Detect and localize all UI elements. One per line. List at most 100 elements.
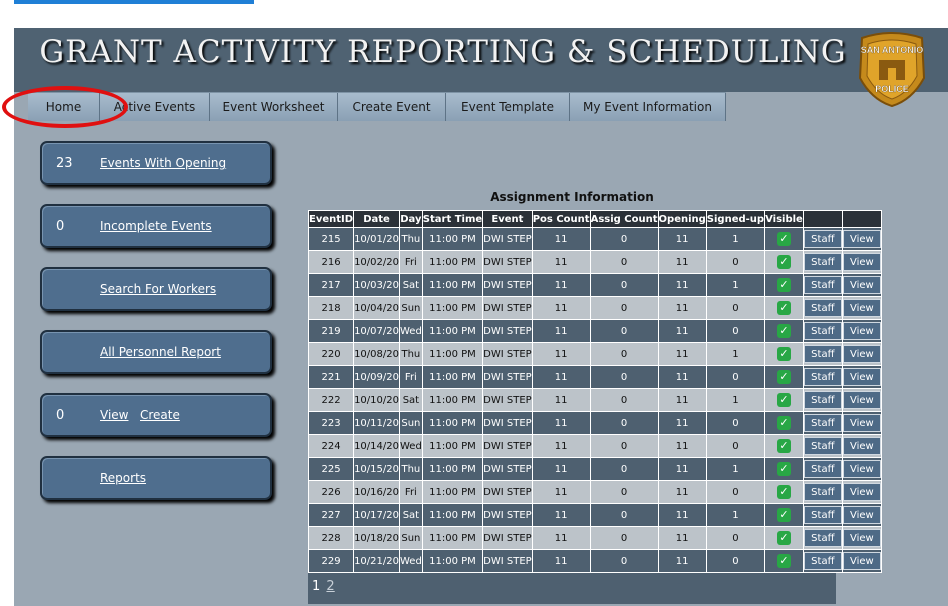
signed-up-cell: 0 [705, 319, 766, 343]
view-cell: View [841, 227, 882, 251]
start-time-cell: 11:00 PM [421, 480, 484, 504]
visible-check-icon[interactable]: ✓ [776, 485, 791, 499]
staff-button[interactable]: Staff [803, 483, 842, 501]
staff-button[interactable]: Staff [803, 391, 842, 409]
signed-up-cell: 0 [705, 434, 766, 458]
nav-event-worksheet[interactable]: Event Worksheet [210, 93, 338, 121]
opening-cell: 11 [657, 388, 707, 412]
staff-button[interactable]: Staff [803, 230, 842, 248]
view-button[interactable]: View [842, 230, 881, 248]
day-cell: Sat [398, 388, 423, 412]
view-button[interactable]: View [842, 322, 881, 340]
visible-check-icon[interactable]: ✓ [776, 370, 791, 384]
reports-link[interactable]: Reports [100, 471, 146, 485]
view-cell: View [841, 457, 882, 481]
date-cell: 10/18/20 [353, 526, 400, 550]
events-with-opening-button[interactable]: 23 Events With Opening [40, 141, 272, 185]
staff-button[interactable]: Staff [803, 368, 842, 386]
staff-button[interactable]: Staff [803, 299, 842, 317]
assig-count-cell: 0 [589, 480, 659, 504]
staff-button[interactable]: Staff [803, 437, 842, 455]
table-row: 222 10/10/20 Sat 11:00 PM DWI STEP 11 0 11 1 ✓ Sta… [307, 388, 882, 412]
staff-button[interactable]: Staff [803, 253, 842, 271]
pos-count-cell: 11 [531, 250, 591, 274]
visible-check-icon[interactable]: ✓ [776, 347, 791, 361]
day-cell: Thu [398, 227, 423, 251]
visible-check-icon[interactable]: ✓ [776, 462, 791, 476]
event-id-cell: 223 [307, 411, 355, 435]
pos-count-cell: 11 [531, 434, 591, 458]
event-id-cell: 229 [307, 549, 355, 573]
staff-button[interactable]: Staff [803, 276, 842, 294]
signed-up-cell: 0 [705, 365, 766, 389]
view-button[interactable]: View [842, 253, 881, 271]
visible-check-icon[interactable]: ✓ [776, 439, 791, 453]
view-cell: View [841, 273, 882, 297]
staff-button[interactable]: Staff [803, 414, 842, 432]
staff-button[interactable]: Staff [803, 529, 842, 547]
nav-event-template[interactable]: Event Template [446, 93, 570, 121]
search-for-workers-link[interactable]: Search For Workers [100, 282, 216, 296]
page-title: GRANT ACTIVITY REPORTING & SCHEDULING [39, 34, 847, 70]
event-name-cell: DWI STEP [482, 411, 533, 435]
visible-check-icon[interactable]: ✓ [776, 508, 791, 522]
visible-check-icon[interactable]: ✓ [776, 416, 791, 430]
view-button[interactable]: View [842, 483, 881, 501]
visible-check-icon[interactable]: ✓ [776, 531, 791, 545]
date-cell: 10/21/20 [353, 549, 400, 573]
view-link[interactable]: View [100, 408, 128, 422]
assig-count-cell: 0 [589, 388, 659, 412]
incomplete-events-button[interactable]: 0 Incomplete Events [40, 204, 272, 248]
view-button[interactable]: View [842, 460, 881, 478]
table-row: 227 10/17/20 Sat 11:00 PM DWI STEP 11 0 11 1 ✓ Sta… [307, 503, 882, 527]
view-button[interactable]: View [842, 506, 881, 524]
view-create-button[interactable]: 0 View Create [40, 393, 272, 437]
visible-check-icon[interactable]: ✓ [776, 232, 791, 246]
search-for-workers-button[interactable]: Search For Workers [40, 267, 272, 311]
all-personnel-report-button[interactable]: All Personnel Report [40, 330, 272, 374]
nav-create-event[interactable]: Create Event [338, 93, 446, 121]
view-button[interactable]: View [842, 368, 881, 386]
view-button[interactable]: View [842, 299, 881, 317]
visible-check-icon[interactable]: ✓ [776, 554, 791, 568]
view-button[interactable]: View [842, 529, 881, 547]
all-personnel-report-link[interactable]: All Personnel Report [100, 345, 221, 359]
view-button[interactable]: View [842, 391, 881, 409]
nav-my-event-information[interactable]: My Event Information [570, 93, 726, 121]
day-cell: Fri [398, 480, 423, 504]
event-name-cell: DWI STEP [482, 319, 533, 343]
staff-button[interactable]: Staff [803, 460, 842, 478]
reports-button[interactable]: Reports [40, 456, 272, 500]
staff-button[interactable]: Staff [803, 552, 842, 570]
event-name-cell: DWI STEP [482, 434, 533, 458]
view-cell: View [841, 388, 882, 412]
view-button[interactable]: View [842, 437, 881, 455]
visible-check-icon[interactable]: ✓ [776, 301, 791, 315]
view-cell: View [841, 319, 882, 343]
pos-count-cell: 11 [531, 319, 591, 343]
assig-count-cell: 0 [589, 342, 659, 366]
visible-check-icon[interactable]: ✓ [776, 324, 791, 338]
staff-button[interactable]: Staff [803, 506, 842, 524]
table-row: 217 10/03/20 Sat 11:00 PM DWI STEP 11 0 11 1 ✓ Sta… [307, 273, 882, 297]
start-time-cell: 11:00 PM [421, 388, 484, 412]
view-button[interactable]: View [842, 345, 881, 363]
page-2-link[interactable]: 2 [326, 579, 334, 594]
events-with-opening-link[interactable]: Events With Opening [100, 156, 226, 170]
staff-button[interactable]: Staff [803, 322, 842, 340]
assig-count-cell: 0 [589, 526, 659, 550]
view-button[interactable]: View [842, 414, 881, 432]
visible-check-icon[interactable]: ✓ [776, 278, 791, 292]
view-button[interactable]: View [842, 276, 881, 294]
incomplete-events-link[interactable]: Incomplete Events [100, 219, 212, 233]
pos-count-cell: 11 [531, 480, 591, 504]
staff-button[interactable]: Staff [803, 345, 842, 363]
view-button[interactable]: View [842, 552, 881, 570]
visible-check-icon[interactable]: ✓ [776, 255, 791, 269]
col-start-time-header: Start Time [421, 210, 484, 228]
visible-check-icon[interactable]: ✓ [776, 393, 791, 407]
assig-count-cell: 0 [589, 227, 659, 251]
table-row: 216 10/02/20 Fri 11:00 PM DWI STEP 11 0 11 0 ✓ Sta… [307, 250, 882, 274]
assig-count-cell: 0 [589, 250, 659, 274]
create-link[interactable]: Create [140, 408, 180, 422]
